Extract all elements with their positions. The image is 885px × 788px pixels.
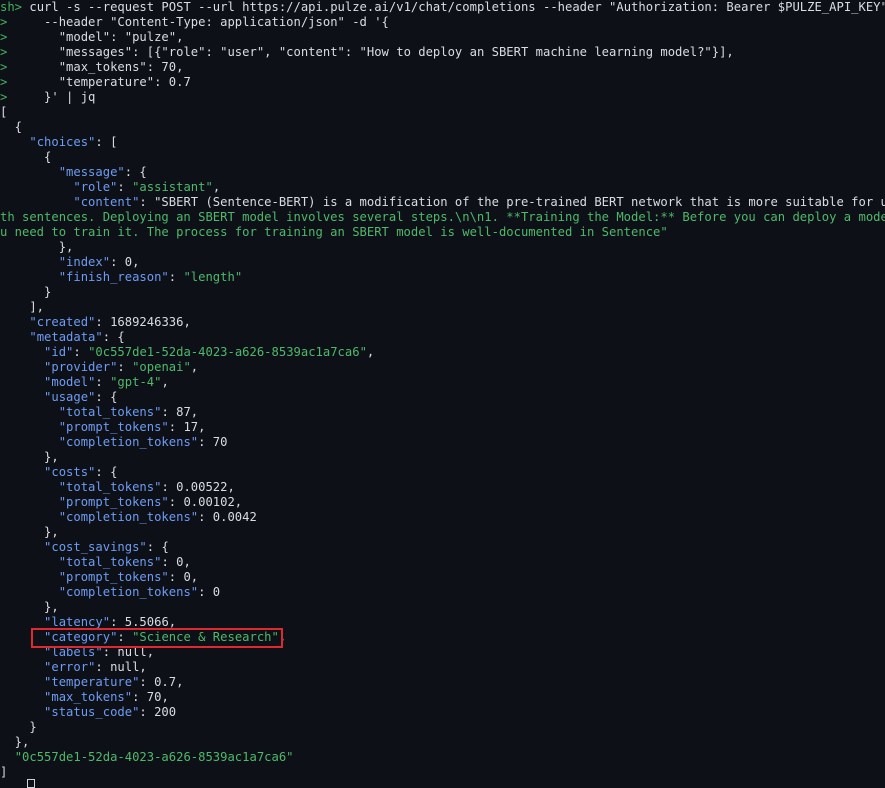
output-line: [ (0, 105, 8, 119)
output-line: "0c557de1-52da-4023-a626-8539ac1a7ca6" (14, 750, 294, 764)
output-line: "created": 1689246336, (29, 315, 191, 329)
terminal-window[interactable]: sh> curl -s --request POST --url https:/… (0, 0, 885, 788)
output-line: "usage": { (44, 390, 118, 404)
output-line: "temperature": 0.7, (44, 675, 184, 689)
output-line: }, (0, 735, 30, 749)
output-line: "metadata": { (29, 330, 125, 344)
output-line: } (0, 720, 37, 734)
output-line: "max_tokens": 70, (44, 690, 169, 704)
output-line: "completion_tokens": 0 (58, 585, 221, 599)
command-line: > "messages": [{"role": "user", "content… (0, 45, 734, 59)
terminal-cursor (27, 779, 35, 788)
output-line: "status_code": 200 (44, 705, 177, 719)
output-line: "choices": [ (29, 135, 118, 149)
output-line: "finish_reason": "length" (58, 270, 243, 284)
output-line: ] (0, 765, 8, 779)
output-line: } (0, 285, 52, 299)
command-line: > --header "Content-Type: application/js… (0, 15, 389, 29)
command-line: > "temperature": 0.7 (0, 75, 191, 89)
output-line: "completion_tokens": 0.0042 (58, 510, 257, 524)
output-line: "model": "gpt-4", (44, 375, 169, 389)
output-line: "total_tokens": 0, (58, 555, 191, 569)
output-line: }, (0, 240, 74, 254)
command-line: sh> curl -s --request POST --url https:/… (0, 0, 885, 14)
output-line: "index": 0, (58, 255, 140, 269)
output-line: "error": null, (44, 660, 147, 674)
output-line: "costs": { (44, 465, 118, 479)
output-line: "cost_savings": { (44, 540, 169, 554)
output-line: "role": "assistant", (73, 180, 221, 194)
output-line: "message": { (58, 165, 147, 179)
output-line: "prompt_tokens": 0, (58, 570, 199, 584)
output-line: "total_tokens": 87, (58, 405, 199, 419)
command-line: > "model": "pulze", (0, 30, 184, 44)
output-line: }, (0, 450, 59, 464)
output-line: "provider": "openai", (44, 360, 199, 374)
output-line: { (0, 120, 23, 134)
output-line: "prompt_tokens": 0.00102, (58, 495, 243, 509)
output-line: }, (0, 525, 59, 539)
output-line: "completion_tokens": 70 (58, 435, 228, 449)
command-line: > "max_tokens": 70, (0, 60, 184, 74)
output-line: { (0, 150, 52, 164)
output-line: th sentences. Deploying an SBERT model i… (0, 210, 885, 224)
output-line: ], (0, 300, 45, 314)
output-line: "total_tokens": 0.00522, (58, 480, 235, 494)
command-line: > }' | jq (0, 90, 96, 104)
output-line: }, (0, 600, 59, 614)
output-line: "content": "SBERT (Sentence-BERT) is a m… (73, 195, 885, 209)
output-line: "id": "0c557de1-52da-4023-a626-8539ac1a7… (44, 345, 375, 359)
output-line: "prompt_tokens": 17, (58, 420, 206, 434)
output-line: u need to train it. The process for trai… (0, 225, 668, 239)
category-highlight-box (31, 628, 283, 648)
